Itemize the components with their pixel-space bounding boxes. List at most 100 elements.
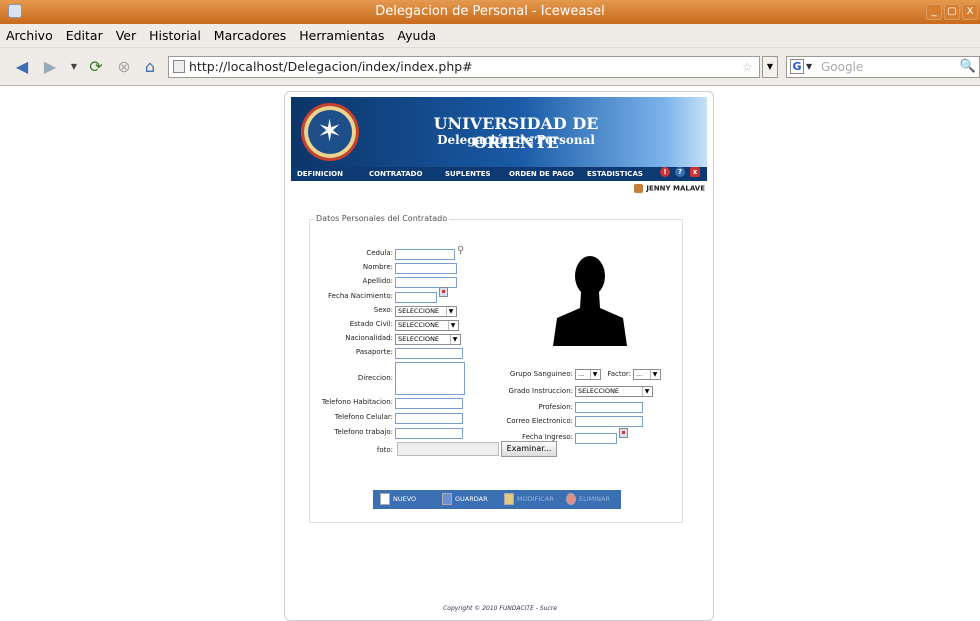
modificar-label: MODIFICAR	[517, 495, 554, 503]
nacionalidad-value: SELECCIONE	[398, 335, 440, 343]
url-bar[interactable]: http://localhost/Delegacion/index/index.…	[168, 56, 760, 78]
label-pasaporte: Pasaporte:	[355, 348, 393, 356]
label-fecha-ingreso: Fecha Ingreso:	[521, 433, 573, 441]
tel-trabajo-input[interactable]	[395, 428, 463, 439]
menu-marcadores[interactable]: Marcadores	[214, 28, 287, 43]
label-cedula: Cedula:	[366, 249, 393, 257]
foto-file-input[interactable]	[397, 442, 499, 456]
grupo-sanguineo-value: ...	[578, 370, 585, 378]
menubar: Archivo Editar Ver Historial Marcadores …	[0, 24, 980, 48]
url-dropdown-icon[interactable]: ▼	[762, 56, 778, 78]
label-estado-civil: Estado Civil:	[349, 320, 393, 328]
search-input[interactable]: G ▼ Google	[786, 56, 980, 78]
history-dropdown-icon[interactable]: ▼	[64, 57, 84, 77]
guardar-button[interactable]: GUARDAR	[439, 491, 488, 508]
user-icon	[634, 184, 644, 193]
nav-orden-de-pago[interactable]: ORDEN DE PAGO	[509, 167, 574, 181]
forward-icon[interactable]: ▶	[40, 57, 60, 77]
nuevo-button[interactable]: NUEVO	[377, 491, 416, 508]
university-banner: ✶ UNIVERSIDAD DE ORIENTE Delegación de P…	[291, 97, 707, 167]
nav-contratado[interactable]: CONTRATADO	[369, 167, 422, 181]
calendar-icon[interactable]: ▪	[439, 287, 448, 297]
label-tel-celular: Telefono Celular:	[334, 413, 393, 421]
label-direccion: Direccion:	[357, 374, 393, 382]
grupo-sanguineo-select[interactable]: ... ▼	[575, 369, 601, 380]
nav-definicion[interactable]: DEFINICION	[297, 167, 343, 181]
chevron-down-icon: ▼	[450, 335, 459, 344]
eliminar-button[interactable]: ELIMINAR	[563, 491, 610, 508]
search-icon[interactable]: 🔍	[958, 57, 978, 77]
url-text: http://localhost/Delegacion/index/index.…	[189, 59, 473, 74]
label-sexo: Sexo:	[373, 306, 393, 314]
estado-civil-select[interactable]: SELECCIONE ▼	[395, 320, 459, 331]
direccion-textarea[interactable]	[395, 362, 465, 395]
action-bar: NUEVO GUARDAR MODIFICAR ELIMINAR	[373, 490, 621, 509]
chevron-down-icon: ▼	[446, 307, 455, 316]
home-icon[interactable]: ⌂	[140, 57, 160, 77]
stop-icon[interactable]: ⊗	[114, 57, 134, 77]
maximize-button[interactable]: ▢	[944, 4, 960, 20]
site-identity-icon[interactable]	[173, 60, 185, 73]
app-icon	[8, 4, 22, 18]
label-profesion: Profesion:	[538, 403, 573, 411]
nav-estadisticas[interactable]: ESTADISTICAS	[587, 167, 643, 181]
help-icon[interactable]: ?	[675, 167, 685, 177]
user-name: JENNY MALAVE	[646, 184, 705, 193]
menu-ayuda[interactable]: Ayuda	[397, 28, 436, 43]
logout-icon[interactable]: x	[690, 167, 700, 177]
google-engine-icon[interactable]: G	[790, 59, 804, 74]
guardar-label: GUARDAR	[455, 495, 488, 503]
menu-editar[interactable]: Editar	[66, 28, 103, 43]
nuevo-label: NUEVO	[393, 495, 417, 503]
window-titlebar: Delegacion de Personal - Iceweasel _ ▢ X	[0, 0, 980, 24]
grado-instruccion-value: SELECCIONE	[578, 387, 620, 395]
modificar-button[interactable]: MODIFICAR	[501, 491, 554, 508]
menu-ver[interactable]: Ver	[116, 28, 136, 43]
fecha-ingreso-input[interactable]	[575, 433, 617, 444]
grado-instruccion-select[interactable]: SELECCIONE ▼	[575, 386, 653, 397]
calendar-icon[interactable]: ▪	[619, 428, 628, 438]
tel-celular-input[interactable]	[395, 413, 463, 424]
chevron-down-icon: ▼	[642, 387, 651, 396]
factor-value: ...	[636, 370, 643, 378]
nombre-input[interactable]	[395, 263, 457, 274]
menu-herramientas[interactable]: Herramientas	[299, 28, 384, 43]
nav-suplentes[interactable]: SUPLENTES	[445, 167, 491, 181]
label-nacionalidad: Nacionalidad:	[345, 334, 393, 342]
chevron-down-icon: ▼	[650, 370, 659, 379]
minimize-button[interactable]: _	[926, 4, 942, 20]
tel-habitacion-input[interactable]	[395, 398, 463, 409]
factor-select[interactable]: ... ▼	[633, 369, 661, 380]
close-button[interactable]: X	[962, 4, 978, 20]
back-icon[interactable]: ◀	[12, 57, 32, 77]
menu-archivo[interactable]: Archivo	[6, 28, 53, 43]
cedula-input[interactable]	[395, 249, 455, 260]
label-factor: Factor:	[607, 370, 631, 378]
examinar-button[interactable]: Examinar...	[501, 441, 557, 457]
label-foto: foto:	[376, 446, 393, 454]
profesion-input[interactable]	[575, 402, 643, 413]
label-grado-instruccion: Grado Instruccion:	[508, 387, 573, 395]
profile-photo-placeholder	[553, 256, 627, 346]
fecha-nacimiento-input[interactable]	[395, 292, 437, 303]
label-apellido: Apellido:	[362, 277, 393, 285]
search-icon[interactable]: ⚲	[457, 245, 464, 256]
sexo-select[interactable]: SELECCIONE ▼	[395, 306, 457, 317]
engine-dropdown-icon[interactable]: ▼	[806, 57, 812, 77]
label-tel-habitacion: Telefono Habitacion:	[321, 398, 393, 406]
menu-historial[interactable]: Historial	[149, 28, 201, 43]
sexo-value: SELECCIONE	[398, 307, 440, 315]
alert-icon[interactable]: !	[660, 167, 670, 177]
chevron-down-icon: ▼	[590, 370, 599, 379]
nacionalidad-select[interactable]: SELECCIONE ▼	[395, 334, 461, 345]
window-title: Delegacion de Personal - Iceweasel	[375, 4, 605, 19]
pasaporte-input[interactable]	[395, 348, 463, 359]
correo-input[interactable]	[575, 416, 643, 427]
banner-subtitle: Delegación de Personal	[437, 133, 595, 147]
label-fecha-nacimiento: Fecha Nacimiento:	[328, 292, 393, 300]
bookmark-star-icon[interactable]: ☆	[742, 57, 753, 77]
label-grupo-sanguineo: Grupo Sanguineo:	[509, 370, 573, 378]
label-correo: Correo Electronico:	[506, 417, 573, 425]
reload-icon[interactable]: ⟳	[86, 57, 106, 77]
label-tel-trabajo: Telefono trabajo:	[334, 428, 393, 436]
